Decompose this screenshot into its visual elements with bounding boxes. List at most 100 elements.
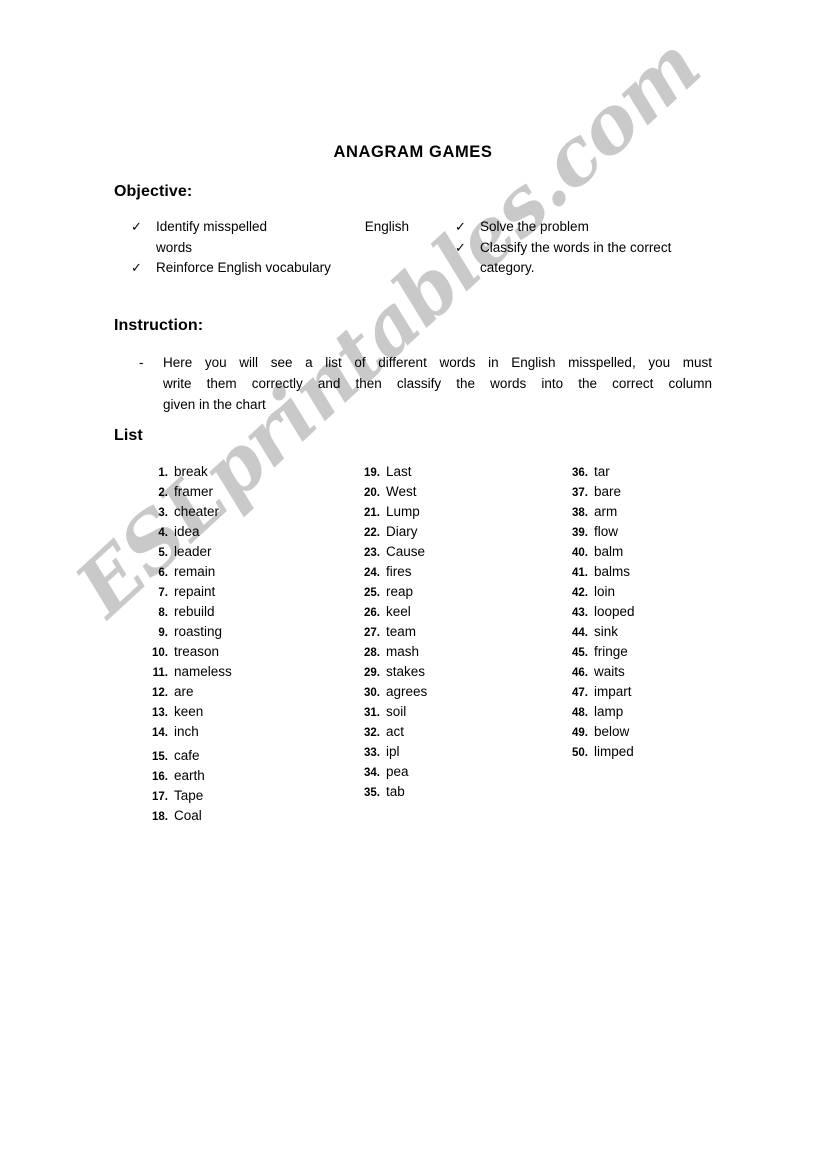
list-item: 39. flow bbox=[563, 522, 763, 542]
list-item-number: 48. bbox=[572, 707, 588, 719]
list-item-number: 13. bbox=[152, 707, 168, 719]
list-item-word: tar bbox=[594, 464, 610, 479]
list-item: 31. soil bbox=[355, 702, 555, 722]
list-item-word: team bbox=[386, 624, 417, 639]
list-item-number: 24. bbox=[364, 567, 380, 579]
objective-item-label: Reinforce English vocabulary bbox=[156, 260, 331, 275]
instruction-text: Here you will see a list of different wo… bbox=[163, 352, 712, 415]
list-item-number: 38. bbox=[572, 507, 588, 519]
list-item-number: 50. bbox=[572, 747, 588, 759]
list-item: 37. bare bbox=[563, 482, 763, 502]
list-item-word: West bbox=[386, 484, 417, 499]
list-item: 45. fringe bbox=[563, 642, 763, 662]
list-item-number: 10. bbox=[152, 647, 168, 659]
list-item: 34. pea bbox=[355, 762, 555, 782]
list-item-number: 28. bbox=[364, 647, 380, 659]
list-item-word: Cause bbox=[386, 544, 426, 559]
list-item: 49. below bbox=[563, 722, 763, 742]
list-item-number: 45. bbox=[572, 647, 588, 659]
list-item: 27. team bbox=[355, 622, 555, 642]
list-item-word: rebuild bbox=[174, 604, 215, 619]
objective-item-label-end: English bbox=[364, 219, 409, 234]
list-item: 41. balms bbox=[563, 562, 763, 582]
list-item: 12. are bbox=[143, 682, 343, 702]
list-item: 21. Lump bbox=[355, 502, 555, 522]
list-item: 26. keel bbox=[355, 602, 555, 622]
list-item-word: are bbox=[174, 684, 194, 699]
list-item: 15. cafe bbox=[143, 746, 343, 766]
list-item-word: idea bbox=[174, 524, 200, 539]
list-item-number: 49. bbox=[572, 727, 588, 739]
list-item-number: 4. bbox=[158, 527, 168, 539]
list-item: 30. agrees bbox=[355, 682, 555, 702]
list-item-word: stakes bbox=[386, 664, 426, 679]
list-item: 10. treason bbox=[143, 642, 343, 662]
list-item-number: 35. bbox=[364, 787, 380, 799]
list-item: 33. ipl bbox=[355, 742, 555, 762]
list-item-number: 12. bbox=[152, 687, 168, 699]
list-item: 38. arm bbox=[563, 502, 763, 522]
list-item-number: 15. bbox=[152, 751, 168, 763]
list-item-word: break bbox=[174, 464, 208, 479]
list-item-word: keel bbox=[386, 604, 411, 619]
list-item: 35. tab bbox=[355, 782, 555, 802]
list-item: 14. inch bbox=[143, 722, 343, 742]
list-item: 20. West bbox=[355, 482, 555, 502]
checkmark-icon: ✓ bbox=[455, 239, 466, 255]
list-item-word: fringe bbox=[594, 644, 628, 659]
objective-item: ✓ Solve the problem bbox=[455, 217, 745, 238]
list-item: 32. act bbox=[355, 722, 555, 742]
list-item-word: sink bbox=[594, 624, 619, 639]
list-item-number: 36. bbox=[572, 467, 588, 479]
list-heading: List bbox=[114, 427, 143, 444]
list-item: 1. break bbox=[143, 462, 343, 482]
list-item: 8. rebuild bbox=[143, 602, 343, 622]
list-item: 13. keen bbox=[143, 702, 343, 722]
list-item-word: remain bbox=[174, 564, 216, 579]
list-item: 7. repaint bbox=[143, 582, 343, 602]
list-item: 36. tar bbox=[563, 462, 763, 482]
list-item-word: earth bbox=[174, 768, 205, 783]
checkmark-icon: ✓ bbox=[455, 219, 466, 234]
list-item: 46. waits bbox=[563, 662, 763, 682]
list-item-number: 9. bbox=[158, 627, 168, 639]
list-item-number: 30. bbox=[364, 687, 380, 699]
checkmark-icon: ✓ bbox=[131, 260, 142, 275]
list-item-word: Lump bbox=[386, 504, 420, 519]
list-item: 17. Tape bbox=[143, 786, 343, 806]
list-item-number: 14. bbox=[152, 727, 168, 739]
list-item: 19. Last bbox=[355, 462, 555, 482]
list-item: 42. loin bbox=[563, 582, 763, 602]
list-item-number: 23. bbox=[364, 547, 380, 559]
list-item: 3. cheater bbox=[143, 502, 343, 522]
instruction-line: write them correctly and then classify t… bbox=[163, 376, 712, 391]
list-item-number: 18. bbox=[152, 811, 168, 823]
list-item-number: 1. bbox=[158, 467, 168, 479]
list-item-word: roasting bbox=[174, 624, 223, 639]
list-item: 16. earth bbox=[143, 766, 343, 786]
list-item-number: 29. bbox=[364, 667, 380, 679]
list-item-word: waits bbox=[594, 664, 625, 679]
list-item-number: 8. bbox=[158, 607, 168, 619]
list-item-word: bare bbox=[594, 484, 622, 499]
list-item-number: 7. bbox=[158, 587, 168, 599]
list-item-word: fires bbox=[386, 564, 412, 579]
list-item-word: lamp bbox=[594, 704, 624, 719]
objective-item-label-wrap: words bbox=[156, 239, 193, 255]
list-item: 24. fires bbox=[355, 562, 555, 582]
list-item-number: 3. bbox=[158, 507, 168, 519]
list-item-word: balms bbox=[594, 564, 631, 579]
list-item-word: agrees bbox=[386, 684, 428, 699]
list-item-word: balm bbox=[594, 544, 624, 559]
list-item-number: 22. bbox=[364, 527, 380, 539]
list-item: 48. lamp bbox=[563, 702, 763, 722]
list-item: 18. Coal bbox=[143, 806, 343, 826]
list-item-number: 20. bbox=[364, 487, 380, 499]
objective-item-label: Solve the problem bbox=[480, 219, 589, 234]
word-list-column-2: 19. Last 20. West 21. Lump 22. Diary 23. Cause 24.… bbox=[355, 462, 555, 802]
list-item-number: 25. bbox=[364, 587, 380, 599]
list-item-number: 2. bbox=[158, 487, 168, 499]
list-item-number: 40. bbox=[572, 547, 588, 559]
objective-heading: Objective: bbox=[114, 183, 193, 200]
list-item-word: cafe bbox=[174, 748, 200, 763]
